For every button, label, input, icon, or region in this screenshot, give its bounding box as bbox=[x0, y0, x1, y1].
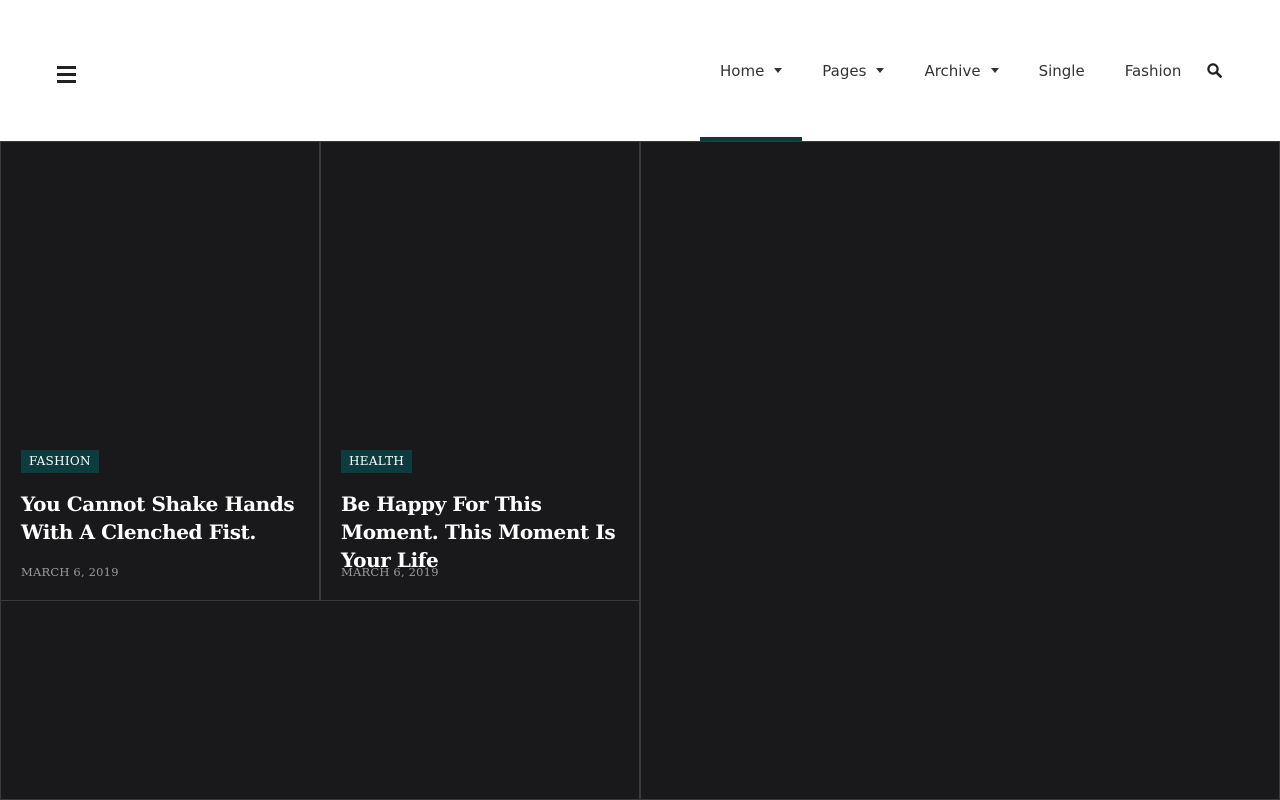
search-icon[interactable] bbox=[1207, 63, 1222, 78]
nav-item-label: Archive bbox=[924, 61, 981, 80]
main-nav: Home Pages Archive Single Fashion bbox=[700, 0, 1201, 141]
caret-down-icon bbox=[774, 68, 783, 73]
nav-item-fashion[interactable]: Fashion bbox=[1105, 0, 1202, 141]
post-card[interactable]: FASHION You Cannot Shake Hands With A Cl… bbox=[0, 141, 320, 601]
post-date: MARCH 6, 2019 bbox=[341, 565, 439, 579]
post-card[interactable] bbox=[0, 600, 640, 800]
nav-item-single[interactable]: Single bbox=[1019, 0, 1105, 141]
hamburger-menu-icon[interactable] bbox=[57, 66, 76, 83]
post-date: MARCH 6, 2019 bbox=[21, 565, 119, 579]
post-grid: FASHION You Cannot Shake Hands With A Cl… bbox=[0, 141, 1280, 800]
post-title[interactable]: You Cannot Shake Hands With A Clenched F… bbox=[21, 490, 306, 546]
post-card[interactable]: HEALTH Be Happy For This Moment. This Mo… bbox=[320, 141, 640, 601]
nav-item-home[interactable]: Home bbox=[700, 0, 803, 141]
nav-item-label: Home bbox=[720, 61, 765, 80]
category-badge[interactable]: HEALTH bbox=[341, 450, 413, 473]
nav-item-label: Fashion bbox=[1124, 61, 1182, 80]
category-badge[interactable]: FASHION bbox=[21, 450, 99, 473]
nav-item-label: Single bbox=[1038, 61, 1085, 80]
site-header: Home Pages Archive Single Fashion bbox=[0, 0, 1280, 141]
post-title[interactable]: Be Happy For This Moment. This Moment Is… bbox=[341, 490, 626, 574]
caret-down-icon bbox=[876, 68, 885, 73]
caret-down-icon bbox=[990, 68, 999, 73]
nav-item-pages[interactable]: Pages bbox=[802, 0, 904, 141]
nav-item-archive[interactable]: Archive bbox=[904, 0, 1018, 141]
featured-post-card[interactable] bbox=[640, 141, 1280, 800]
nav-item-label: Pages bbox=[822, 61, 867, 80]
